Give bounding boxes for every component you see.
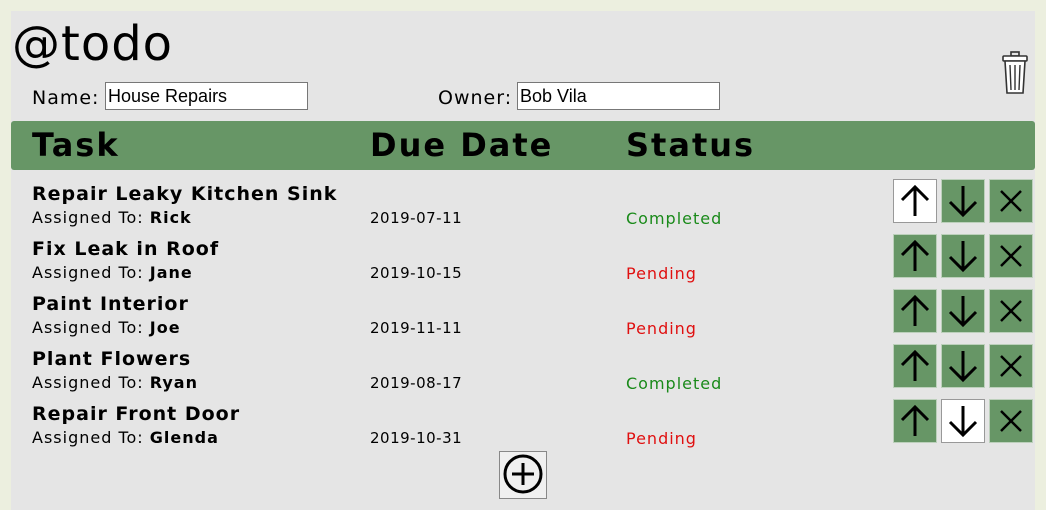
header-task: Task (32, 126, 120, 164)
assigned-label: Assigned To: (32, 263, 150, 282)
x-icon (997, 297, 1025, 325)
assignee-name: Jane (149, 263, 193, 282)
x-icon (997, 352, 1025, 380)
task-row: Fix Leak in Roof Assigned To: Jane 2019-10… (11, 232, 1035, 287)
header-status: Status (626, 126, 756, 164)
delete-task-button[interactable] (989, 234, 1033, 278)
todo-panel: @todo Name: Owner: Task Due Date Status … (11, 11, 1035, 510)
due-date: 2019-10-31 (370, 429, 463, 447)
assignee-name: Glenda (149, 428, 219, 447)
task-assignment: Assigned To: Rick (32, 208, 192, 227)
task-assignment: Assigned To: Glenda (32, 428, 219, 447)
task-row: Paint Interior Assigned To: Joe 2019-11-11… (11, 287, 1035, 342)
task-name: Fix Leak in Roof (32, 238, 220, 260)
move-down-button[interactable] (941, 289, 985, 333)
due-date: 2019-08-17 (370, 374, 463, 392)
trash-can-icon[interactable] (1001, 51, 1029, 95)
task-name: Paint Interior (32, 293, 189, 315)
app-title: @todo (12, 16, 174, 72)
task-name: Plant Flowers (32, 348, 192, 370)
status-text: Completed (626, 374, 723, 393)
arrow-up-icon (898, 183, 932, 219)
due-date: 2019-07-11 (370, 209, 463, 227)
name-label: Name: (32, 87, 100, 109)
move-up-button[interactable] (893, 234, 937, 278)
add-task-button[interactable] (499, 451, 547, 499)
task-name: Repair Leaky Kitchen Sink (32, 183, 338, 205)
move-up-button[interactable] (893, 399, 937, 443)
status-text: Pending (626, 264, 697, 283)
x-icon (997, 187, 1025, 215)
move-up-button[interactable] (893, 344, 937, 388)
status-text: Pending (626, 429, 697, 448)
assignee-name: Ryan (149, 373, 198, 392)
arrow-down-icon (946, 293, 980, 329)
assigned-label: Assigned To: (32, 428, 150, 447)
owner-field[interactable] (517, 82, 720, 110)
move-up-button[interactable] (893, 289, 937, 333)
move-up-button[interactable] (893, 179, 937, 223)
name-field[interactable] (105, 82, 308, 110)
delete-task-button[interactable] (989, 179, 1033, 223)
task-row: Repair Front Door Assigned To: Glenda 2019… (11, 397, 1035, 452)
arrow-down-icon (946, 183, 980, 219)
move-down-button[interactable] (941, 344, 985, 388)
task-assignment: Assigned To: Ryan (32, 373, 198, 392)
x-icon (997, 407, 1025, 435)
task-row: Repair Leaky Kitchen Sink Assigned To: Ri… (11, 177, 1035, 232)
table-header: Task Due Date Status (11, 121, 1035, 170)
arrow-down-icon (946, 348, 980, 384)
assignee-name: Rick (149, 208, 192, 227)
arrow-up-icon (898, 348, 932, 384)
delete-task-button[interactable] (989, 344, 1033, 388)
header-due-date: Due Date (370, 126, 554, 164)
delete-task-button[interactable] (989, 289, 1033, 333)
move-down-button[interactable] (941, 399, 985, 443)
due-date: 2019-11-11 (370, 319, 463, 337)
arrow-down-icon (946, 403, 980, 439)
move-down-button[interactable] (941, 234, 985, 278)
task-assignment: Assigned To: Joe (32, 318, 181, 337)
plus-circle-icon (502, 453, 544, 498)
arrow-up-icon (898, 238, 932, 274)
status-text: Completed (626, 209, 723, 228)
arrow-down-icon (946, 238, 980, 274)
assigned-label: Assigned To: (32, 373, 150, 392)
x-icon (997, 242, 1025, 270)
status-text: Pending (626, 319, 697, 338)
arrow-up-icon (898, 293, 932, 329)
assigned-label: Assigned To: (32, 208, 150, 227)
owner-label: Owner: (438, 87, 513, 109)
task-row: Plant Flowers Assigned To: Ryan 2019-08-17… (11, 342, 1035, 397)
move-down-button[interactable] (941, 179, 985, 223)
delete-task-button[interactable] (989, 399, 1033, 443)
assigned-label: Assigned To: (32, 318, 150, 337)
arrow-up-icon (898, 403, 932, 439)
task-assignment: Assigned To: Jane (32, 263, 193, 282)
task-name: Repair Front Door (32, 403, 241, 425)
due-date: 2019-10-15 (370, 264, 463, 282)
assignee-name: Joe (149, 318, 181, 337)
